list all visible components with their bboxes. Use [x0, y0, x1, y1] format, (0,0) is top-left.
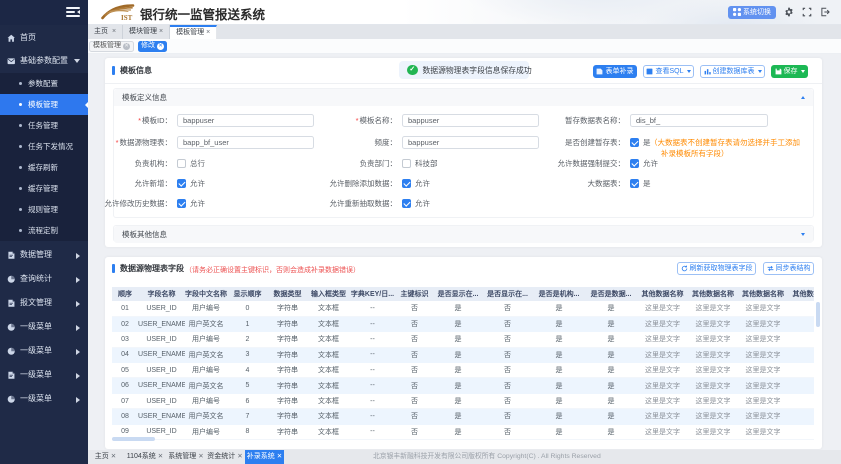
svg-text:IST: IST	[121, 14, 133, 22]
